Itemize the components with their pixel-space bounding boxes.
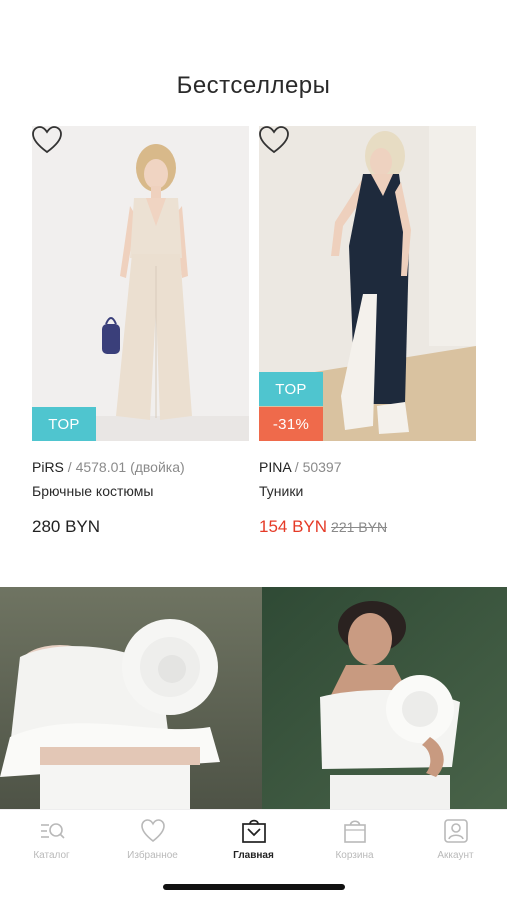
tab-catalog[interactable]: Каталог <box>1 818 102 861</box>
product-card[interactable]: TOP PiRS / 4578.01 (двойка) Брючные кост… <box>32 126 249 537</box>
promo-banner-image <box>0 587 507 809</box>
product-meta: PiRS / 4578.01 (двойка) <box>32 459 249 475</box>
product-sku: / 4578.01 (двойка) <box>63 459 185 475</box>
tab-label: Главная <box>233 850 274 861</box>
product-card[interactable]: TOP -31% PINA / 50397 Туники 154 BYN 221 … <box>259 126 476 537</box>
product-price: 280 BYN <box>32 517 101 536</box>
catalog-icon <box>40 823 65 839</box>
cart-bag-icon <box>343 820 366 843</box>
product-category[interactable]: Туники <box>259 483 476 499</box>
home-indicator[interactable] <box>163 884 345 890</box>
promo-banner[interactable] <box>0 587 507 809</box>
product-photo[interactable]: TOP -31% <box>259 126 476 441</box>
tab-label: Избранное <box>127 850 178 861</box>
product-brand[interactable]: PiRS <box>32 459 64 475</box>
price-row: 280 BYN <box>32 517 249 537</box>
favorite-heart-icon[interactable] <box>259 126 289 154</box>
product-brand[interactable]: PINA <box>259 459 291 475</box>
tab-cart[interactable]: Корзина <box>304 818 405 861</box>
product-meta: PINA / 50397 <box>259 459 476 475</box>
tab-label: Каталог <box>33 850 70 861</box>
tab-favorites[interactable]: Избранное <box>102 818 203 861</box>
top-badge: TOP <box>259 372 323 406</box>
tab-home[interactable]: Главная <box>203 818 304 861</box>
product-image <box>32 126 249 441</box>
favorite-heart-icon[interactable] <box>32 126 62 154</box>
home-bag-icon <box>241 819 266 843</box>
product-sale-price: 154 BYN <box>259 517 328 536</box>
product-photo[interactable]: TOP <box>32 126 249 441</box>
heart-icon <box>140 819 165 843</box>
product-old-price: 221 BYN <box>331 519 388 535</box>
tab-label: Аккаунт <box>437 850 474 861</box>
top-badge: TOP <box>32 407 96 441</box>
product-sku: / 50397 <box>290 459 342 475</box>
tab-label: Корзина <box>335 850 374 861</box>
account-icon <box>443 819 468 843</box>
section-title: Бестселлеры <box>176 72 331 99</box>
product-category[interactable]: Брючные костюмы <box>32 483 249 499</box>
discount-badge: -31% <box>259 407 323 441</box>
price-row: 154 BYN 221 BYN <box>259 517 476 537</box>
tab-account[interactable]: Аккаунт <box>405 818 506 861</box>
